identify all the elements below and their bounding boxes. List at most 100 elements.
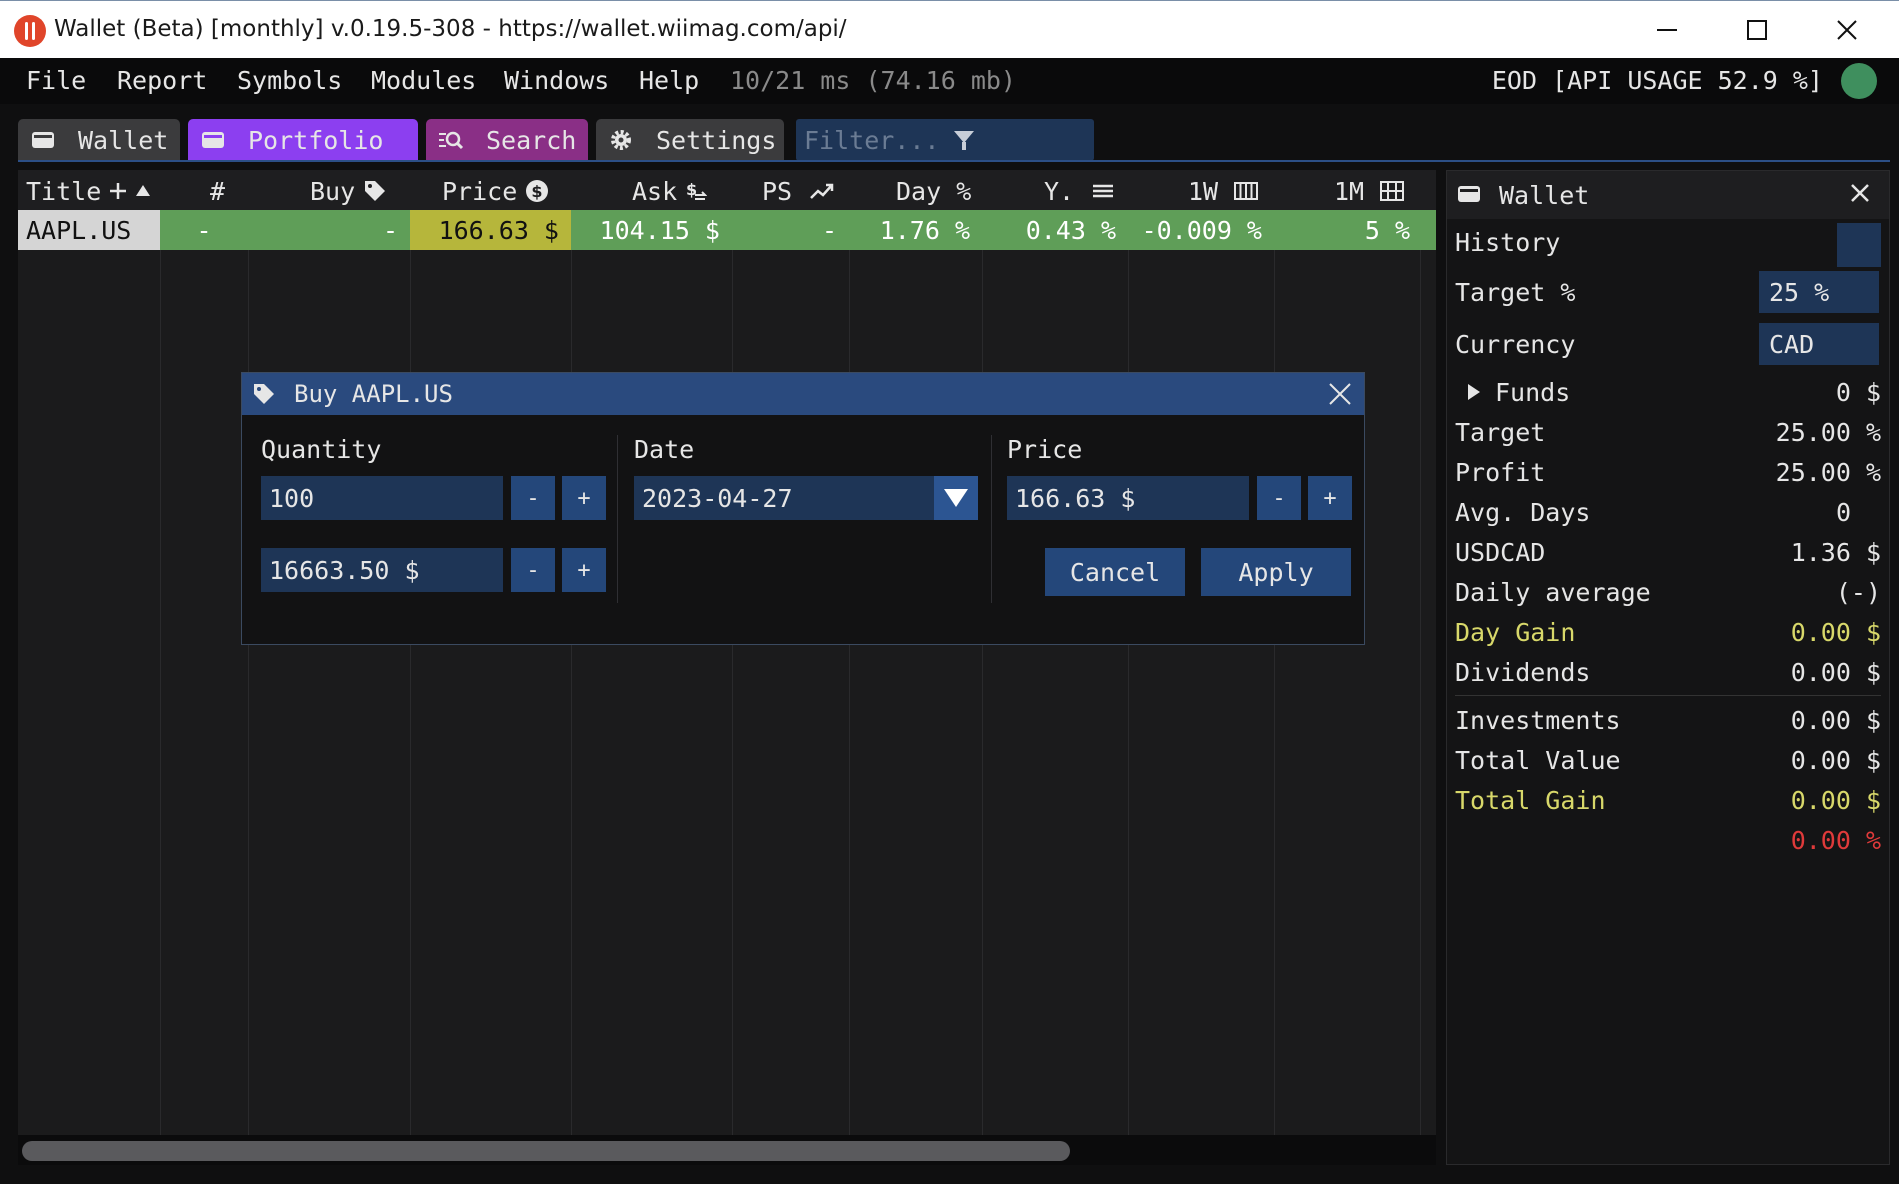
column-grid [18, 170, 1436, 1135]
cell-1m: 5 % [1274, 210, 1436, 250]
date-input[interactable]: 2023-04-27 [634, 476, 936, 520]
menu-lines-icon [1092, 183, 1114, 199]
close-dialog-button[interactable] [1328, 382, 1352, 406]
week-calendar-icon [1234, 182, 1259, 200]
currency-input[interactable]: CAD [1759, 323, 1879, 365]
avg-days-value: 0 [1835, 497, 1851, 527]
tab-settings[interactable]: Settings [596, 119, 784, 161]
cell-price: 166.63 $ [410, 210, 571, 250]
price-input[interactable]: 166.63 $ [1007, 476, 1249, 520]
currency-row: Currency CAD [1455, 323, 1881, 365]
amount-decrement-button[interactable]: - [511, 548, 555, 592]
dividends-row: Dividends 0.00 $ [1455, 655, 1881, 689]
dialog-divider [991, 435, 992, 603]
amount-increment-button[interactable]: + [562, 548, 606, 592]
header-label: 1W [1188, 176, 1219, 206]
total-gain-pct: 0.00 % [1790, 825, 1881, 855]
minimize-button[interactable] [1622, 1, 1712, 59]
buy-dialog-title: Buy AAPL.US [294, 380, 453, 408]
header-title[interactable]: Title [26, 174, 151, 208]
trending-up-icon [810, 182, 834, 200]
add-icon[interactable] [109, 182, 127, 200]
day-gain-value: 0.00 $ [1790, 617, 1881, 647]
date-dropdown-button[interactable] [934, 476, 978, 520]
col-divider [571, 170, 572, 1135]
funds-toggle[interactable]: Funds [1467, 378, 1570, 407]
tab-portfolio[interactable]: Portfolio [188, 119, 418, 161]
buy-dialog-header: Buy AAPL.US [242, 373, 1364, 415]
scrollbar-thumb[interactable] [22, 1141, 1070, 1161]
gear-icon [608, 129, 634, 151]
daily-average-label: Daily average [1455, 577, 1651, 607]
dividends-label: Dividends [1455, 657, 1591, 687]
menu-modules[interactable]: Modules [371, 66, 476, 95]
wallet-icon [1457, 184, 1483, 206]
horizontal-scrollbar[interactable] [18, 1135, 1436, 1165]
apply-button[interactable]: Apply [1201, 548, 1351, 596]
header-label: # [210, 176, 226, 206]
menu-windows[interactable]: Windows [504, 66, 609, 95]
tab-wallet[interactable]: Wallet [18, 119, 180, 161]
filter-input[interactable]: Filter... [796, 119, 1094, 161]
month-calendar-icon [1380, 181, 1405, 201]
cell-title[interactable]: AAPL.US [18, 210, 160, 250]
table-row[interactable]: AAPL.US - - 166.63 $ 104.15 $ - 1.76 % 0… [18, 210, 1436, 250]
menu-symbols[interactable]: Symbols [237, 66, 342, 95]
window-title: Wallet (Beta) [monthly] v.0.19.5-308 - h… [54, 16, 847, 42]
maximize-button[interactable] [1712, 1, 1802, 59]
header-ask[interactable]: Ask $ [632, 174, 708, 208]
tab-search[interactable]: Search [426, 119, 588, 161]
quantity-decrement-button[interactable]: - [511, 476, 555, 520]
funds-label: Funds [1495, 377, 1571, 407]
date-label: Date [634, 435, 695, 464]
investments-value: 0.00 $ [1790, 705, 1881, 735]
portfolio-table: Title # Buy Price $ Ask $ PS Day % Y. 1W [18, 170, 1436, 1165]
app-logo-icon [14, 15, 46, 47]
tab-label: Search [486, 125, 577, 155]
menu-file[interactable]: File [26, 66, 86, 95]
target-pct-input[interactable]: 25 % [1759, 271, 1879, 313]
history-button[interactable] [1837, 223, 1881, 267]
investments-row: Investments 0.00 $ [1455, 703, 1881, 737]
header-label: Buy [310, 176, 356, 206]
target-row: Target 25.00 % [1455, 415, 1881, 449]
header-1w[interactable]: 1W [1188, 174, 1259, 208]
header-year[interactable]: Y. [1044, 174, 1114, 208]
cell-ps: - [732, 210, 849, 250]
currency-label: Currency [1455, 329, 1576, 359]
header-ps[interactable]: PS [762, 174, 834, 208]
quantity-input[interactable]: 100 [261, 476, 503, 520]
header-buy[interactable]: Buy [310, 174, 387, 208]
cancel-button[interactable]: Cancel [1045, 548, 1185, 596]
history-row: History [1455, 223, 1881, 267]
menu-report[interactable]: Report [117, 66, 207, 95]
col-divider [849, 170, 850, 1135]
funds-row[interactable]: Funds 0 $ [1455, 375, 1881, 409]
price-increment-button[interactable]: + [1308, 476, 1352, 520]
total-gain-label: Total Gain [1455, 785, 1606, 815]
header-count[interactable]: # [210, 174, 225, 208]
header-price[interactable]: Price $ [442, 174, 549, 208]
header-label: PS [762, 176, 793, 206]
price-decrement-button[interactable]: - [1257, 476, 1301, 520]
header-label: Day % [896, 176, 972, 206]
col-divider [248, 170, 249, 1135]
cell-buy[interactable]: - [248, 210, 410, 250]
amount-input[interactable]: 16663.50 $ [261, 548, 503, 592]
buy-dialog: Buy AAPL.US Quantity 100 - + 16663.50 $ … [241, 372, 1365, 645]
target-label: Target [1455, 417, 1546, 447]
maximize-icon [1747, 20, 1767, 40]
usdcad-row: USDCAD 1.36 $ [1455, 535, 1881, 569]
panel-separator [1455, 695, 1881, 696]
header-1m[interactable]: 1M [1334, 174, 1405, 208]
tab-label: Wallet [78, 125, 169, 155]
close-window-button[interactable] [1802, 1, 1892, 59]
sort-ascending-icon[interactable] [135, 184, 151, 198]
quantity-increment-button[interactable]: + [562, 476, 606, 520]
frame-stats: 10/21 ms (74.16 mb) [730, 66, 1016, 95]
menu-help[interactable]: Help [639, 66, 699, 95]
dollar-exchange-icon: $ [685, 179, 708, 203]
col-divider [410, 170, 411, 1135]
close-panel-button[interactable] [1849, 181, 1875, 207]
header-day[interactable]: Day % [896, 174, 971, 208]
